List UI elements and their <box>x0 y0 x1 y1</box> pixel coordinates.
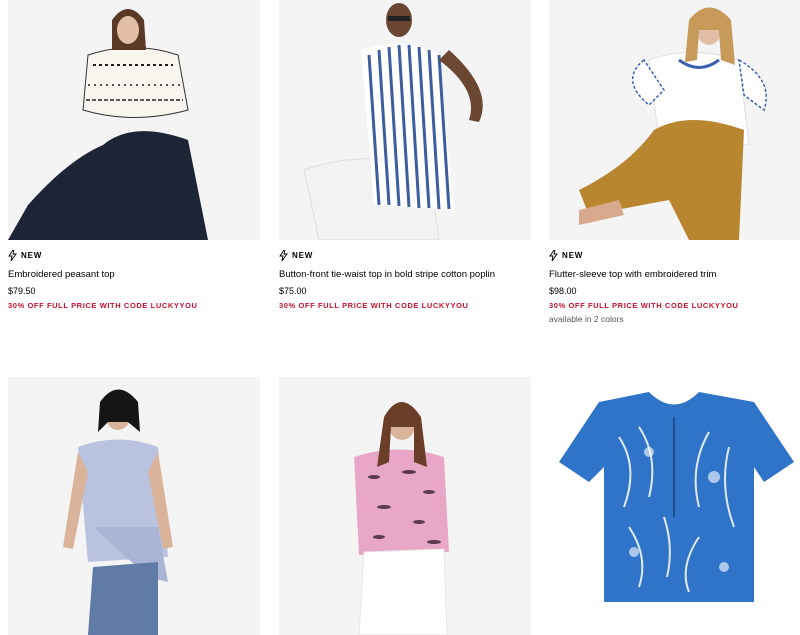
color-availability-link[interactable]: available in 2 colors <box>549 314 800 324</box>
product-title[interactable]: Embroidered peasant top <box>8 269 260 280</box>
product-card: NEW Embroidered peasant top $79.50 30% O… <box>8 0 260 310</box>
new-flag: NEW <box>549 249 800 261</box>
new-flag: NEW <box>279 249 531 261</box>
promo-text: 30% OFF FULL PRICE WITH CODE LUCKYYOU <box>549 301 739 310</box>
product-title[interactable]: Button-front tie-waist top in bold strip… <box>279 269 531 280</box>
product-card: NEW Button-front tie-waist top in bold s… <box>279 0 531 310</box>
product-title[interactable]: Flutter-sleeve top with embroidered trim <box>549 269 800 280</box>
promo-text: 30% OFF FULL PRICE WITH CODE LUCKYYOU <box>8 301 198 310</box>
product-card <box>549 377 800 635</box>
product-card <box>279 377 531 635</box>
product-image-button-front-tie-waist-top[interactable] <box>279 0 531 240</box>
lightning-bolt-icon <box>8 249 17 261</box>
product-price: $79.50 <box>8 286 36 296</box>
lightning-bolt-icon <box>549 249 558 261</box>
flag-label: NEW <box>292 250 314 260</box>
product-grid: NEW Embroidered peasant top $79.50 30% O… <box>0 0 800 635</box>
new-flag: NEW <box>8 249 260 261</box>
product-price: $75.00 <box>279 286 307 296</box>
product-card: NEW Flutter-sleeve top with embroidered … <box>549 0 800 324</box>
flag-label: NEW <box>562 250 584 260</box>
product-image-lavender-tie-waist-top[interactable] <box>8 377 260 635</box>
product-image-embroidered-peasant-top[interactable] <box>8 0 260 240</box>
product-image-leopard-print-top[interactable] <box>279 377 531 635</box>
promo-text: 30% OFF FULL PRICE WITH CODE LUCKYYOU <box>279 301 469 310</box>
flag-label: NEW <box>21 250 43 260</box>
product-image-tropical-print-top[interactable] <box>549 377 800 635</box>
lightning-bolt-icon <box>279 249 288 261</box>
product-price: $98.00 <box>549 286 577 296</box>
product-image-flutter-sleeve-top[interactable] <box>549 0 800 240</box>
product-card <box>8 377 260 635</box>
